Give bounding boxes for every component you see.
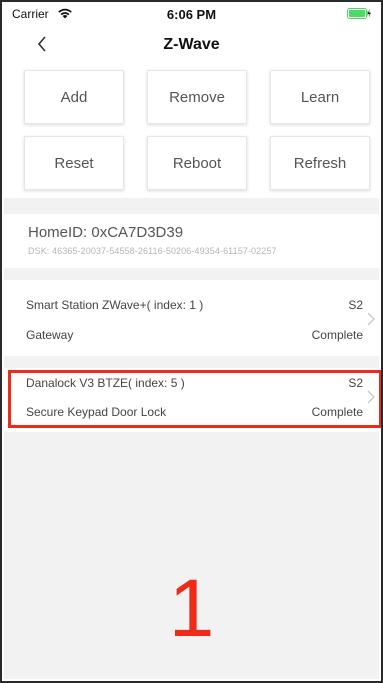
navigation-bar: Z-Wave — [2, 30, 381, 60]
reset-button[interactable]: Reset — [24, 136, 124, 190]
node-name: Smart Station ZWave+( index: 1 ) — [26, 298, 204, 312]
node-security: S2 — [348, 298, 363, 312]
page-title: Z-Wave — [163, 36, 220, 53]
chevron-right-icon — [367, 312, 375, 326]
status-time: 6:06 PM — [166, 7, 217, 22]
remove-button[interactable]: Remove — [147, 70, 247, 124]
learn-button[interactable]: Learn — [270, 70, 370, 124]
step-number-annotation: 1 — [168, 563, 215, 654]
node-type: Gateway — [26, 328, 74, 342]
section-divider — [4, 268, 379, 280]
section-divider — [4, 198, 379, 214]
home-id-label: HomeID: 0xCA7D3D39 — [28, 224, 184, 241]
highlight-box — [8, 370, 381, 428]
node-row-gateway[interactable]: Smart Station ZWave+( index: 1 ) S2 Gate… — [4, 280, 379, 356]
app-screen: Carrier 6:06 PM Z-Wave Add Remove Learn … — [0, 0, 383, 683]
status-bar: Carrier 6:06 PM — [2, 2, 381, 28]
node-status: Complete — [311, 328, 363, 342]
battery-charging-icon — [347, 8, 371, 19]
section-divider — [4, 356, 379, 368]
reboot-button[interactable]: Reboot — [147, 136, 247, 190]
add-button[interactable]: Add — [24, 70, 124, 124]
refresh-button[interactable]: Refresh — [270, 136, 370, 190]
dsk-label: DSK: 46365-20037-54558-26116-50206-49354… — [28, 246, 277, 256]
